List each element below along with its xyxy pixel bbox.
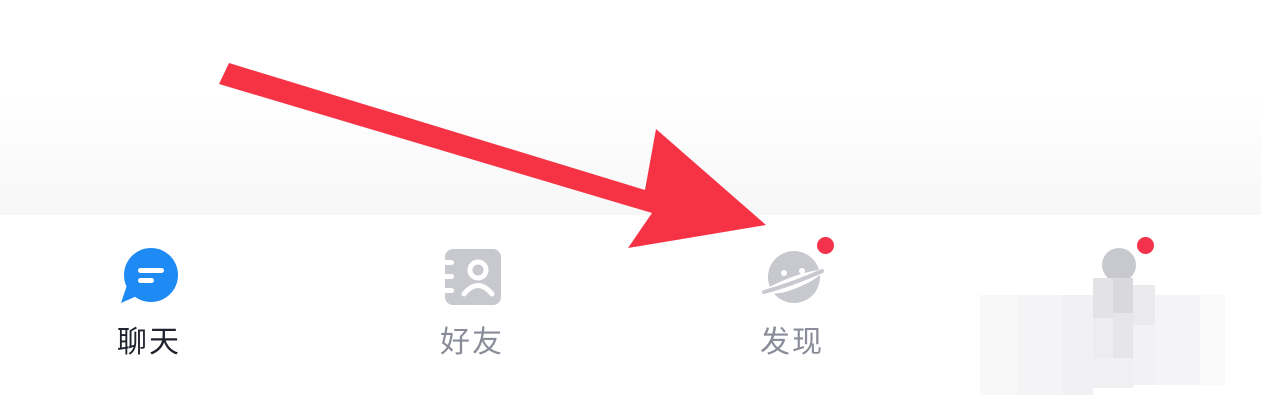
planet-icon bbox=[762, 251, 824, 303]
chat-bubble-icon bbox=[121, 248, 178, 303]
app-screen: 聊天 好友 发现 bbox=[0, 0, 1261, 395]
content-area bbox=[0, 0, 1261, 215]
tab-friends-label: 好友 bbox=[440, 325, 504, 360]
tab-chat[interactable]: 聊天 bbox=[47, 245, 247, 375]
tab-chat-label: 聊天 bbox=[117, 325, 181, 360]
tab-friends[interactable]: 好友 bbox=[370, 245, 570, 375]
pixelated-mosaic-region bbox=[960, 240, 1260, 395]
tab-discover[interactable]: 发现 bbox=[690, 237, 890, 375]
tab-discover-label: 发现 bbox=[760, 325, 824, 360]
contacts-book-icon bbox=[441, 249, 501, 305]
discover-badge-dot bbox=[817, 237, 834, 254]
